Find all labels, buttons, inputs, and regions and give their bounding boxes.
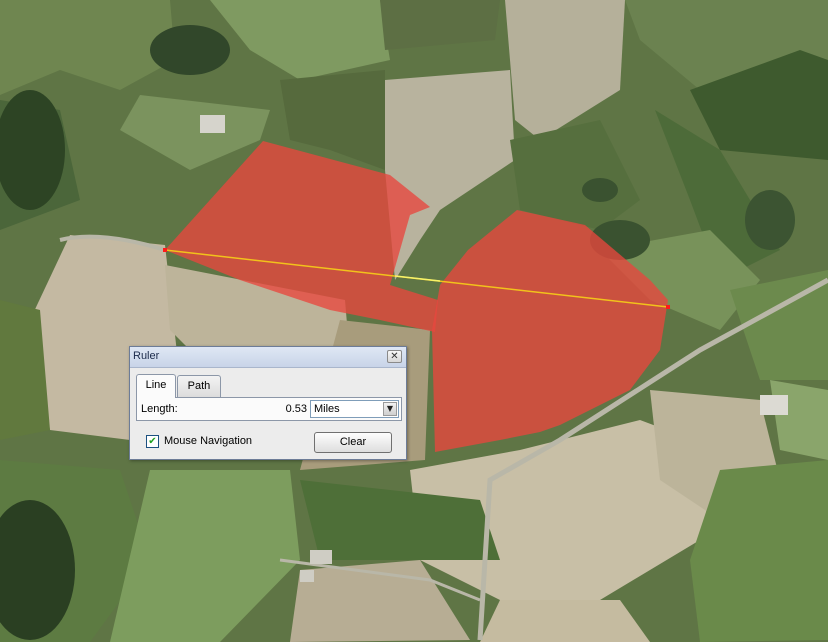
length-value: 0.53 [285, 403, 307, 415]
mouse-navigation-label[interactable]: Mouse Navigation [164, 435, 252, 447]
satellite-map[interactable] [0, 0, 828, 642]
check-icon: ✔ [148, 436, 157, 447]
length-label: Length: [141, 403, 178, 415]
close-button[interactable]: ✕ [387, 350, 402, 363]
measure-start-point [163, 248, 167, 252]
map-imagery [0, 0, 828, 642]
units-selected: Miles [314, 403, 340, 415]
tab-line[interactable]: Line [136, 374, 176, 398]
chevron-down-icon[interactable]: ▼ [383, 402, 397, 416]
line-tab-panel: Length: 0.53 Miles ▼ [136, 397, 402, 421]
close-icon: ✕ [390, 351, 399, 362]
ruler-dialog: Ruler ✕ Line Path Length: 0.53 Miles ▼ ✔… [129, 346, 407, 460]
measure-end-point [666, 305, 670, 309]
ruler-title: Ruler [133, 350, 160, 362]
units-dropdown[interactable]: Miles ▼ [310, 400, 399, 418]
ruler-title-bar[interactable]: Ruler ✕ [130, 347, 406, 368]
tab-path[interactable]: Path [177, 375, 221, 397]
mouse-navigation-checkbox[interactable]: ✔ [146, 435, 159, 448]
clear-button[interactable]: Clear [314, 432, 392, 453]
